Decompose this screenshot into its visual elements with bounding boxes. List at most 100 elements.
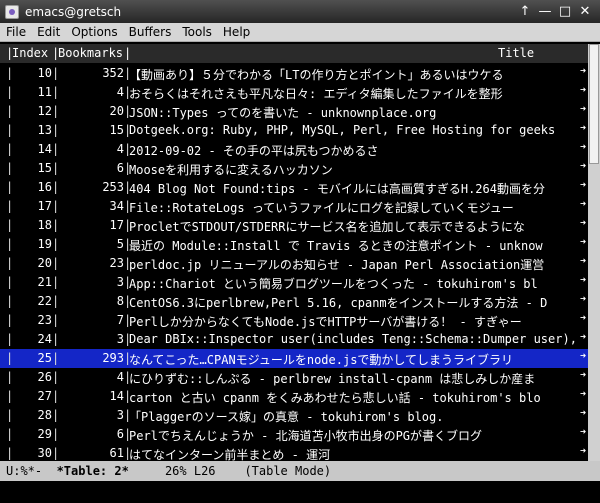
- row-title: Perlでちえんじょうか - 北海道苫小牧市出身のPGが書くブログ: [129, 429, 483, 443]
- truncation-arrow-icon: ➜: [580, 237, 587, 248]
- truncation-arrow-icon: ➜: [580, 161, 587, 172]
- table-row[interactable]: | 19 | 5 | 最近の Module::Install で Travis るときの注…: [0, 235, 588, 254]
- row-title: 2012-09-02 - その手の平は尻もつかめるさ: [129, 144, 379, 158]
- table-row[interactable]: | 14 | 4 | 2012-09-02 - その手の平は尻もつかめるさ ➜: [0, 140, 588, 159]
- menu-help[interactable]: Help: [223, 25, 250, 39]
- row-bookmarks: 6: [116, 427, 124, 441]
- menu-buffers[interactable]: Buffers: [129, 25, 172, 39]
- menu-file[interactable]: File: [6, 25, 26, 39]
- row-index: 16: [37, 180, 52, 194]
- truncation-arrow-icon: ➜: [580, 408, 587, 419]
- row-bookmarks: 7: [116, 313, 124, 327]
- row-bookmarks: 61: [109, 446, 124, 460]
- row-bookmarks: 5: [116, 237, 124, 251]
- row-index: 14: [37, 142, 52, 156]
- table-row[interactable]: | 23 | 7 | Perlしか分からなくてもNode.jsでHTTPサーバが書ける！ …: [0, 311, 588, 330]
- truncation-arrow-icon: ➜: [580, 332, 587, 343]
- truncation-arrow-icon: ➜: [580, 104, 587, 115]
- truncation-arrow-icon: ➜: [580, 85, 587, 96]
- row-title: ProcletでSTDOUT/STDERRにサービス名を追加して表示できるように…: [129, 220, 525, 234]
- menu-edit[interactable]: Edit: [37, 25, 60, 39]
- minibuffer[interactable]: [0, 481, 600, 503]
- row-index: 30: [37, 446, 52, 460]
- row-index: 10: [37, 66, 52, 80]
- row-index: 29: [37, 427, 52, 441]
- row-index: 28: [37, 408, 52, 422]
- table-row[interactable]: | 22 | 8 | CentOS6.3にperlbrew,Perl 5.16, cpan…: [0, 292, 588, 311]
- table-row[interactable]: | 10 | 352 | 【動画あり】５分でわかる「LTの作り方とポイント」あるいはウケる…: [0, 64, 588, 83]
- row-index: 18: [37, 218, 52, 232]
- table-row[interactable]: | 28 | 3 | 「Plaggerのソース嫁」の真意 - tokuhirom's bl…: [0, 406, 588, 425]
- table-row[interactable]: | 27 | 14 | carton と古い cpanm をくみあわせたら悲しい話 - t…: [0, 387, 588, 406]
- row-title: File::RotateLogs っていうファイルにログを記録していくモジュー: [129, 201, 514, 215]
- row-title: Dotgeek.org: Ruby, PHP, MySQL, Perl, Fre…: [129, 123, 556, 137]
- row-index: 12: [37, 104, 52, 118]
- table-row[interactable]: | 13 | 15 | Dotgeek.org: Ruby, PHP, MySQL, Pe…: [0, 121, 588, 140]
- row-title: Dear DBIx::Inspector user(includes Teng:…: [129, 332, 577, 346]
- table-row[interactable]: | 12 | 20 | JSON::Types ってのを書いた - unknownplac…: [0, 102, 588, 121]
- row-index: 27: [37, 389, 52, 403]
- menu-tools[interactable]: Tools: [182, 25, 212, 39]
- row-bookmarks: 352: [102, 66, 124, 80]
- row-bookmarks: 23: [109, 256, 124, 270]
- header-title: Title: [498, 46, 535, 60]
- window-minimize-icon[interactable]: —: [538, 4, 552, 19]
- menu-bar: File Edit Options Buffers Tools Help: [0, 23, 600, 42]
- row-index: 20: [37, 256, 52, 270]
- row-title: 最近の Module::Install で Travis るときの注意ポイント …: [129, 239, 543, 253]
- table-row[interactable]: | 24 | 3 | Dear DBIx::Inspector user(includes…: [0, 330, 588, 349]
- table-header: | Index | Bookmarks | Title: [0, 44, 588, 63]
- emacs-app-icon: [5, 4, 19, 19]
- row-index: 24: [37, 332, 52, 346]
- truncation-arrow-icon: ➜: [580, 218, 587, 229]
- row-title: perldoc.jp リニューアルのお知らせ - Japan Perl Asso…: [129, 258, 545, 272]
- row-bookmarks: 34: [109, 199, 124, 213]
- vertical-scrollbar[interactable]: [588, 44, 600, 461]
- row-title: にひりずむ::しんぷる - perlbrew install-cpanm は悲し…: [129, 372, 536, 386]
- row-bookmarks: 20: [109, 104, 124, 118]
- row-index: 23: [37, 313, 52, 327]
- row-bookmarks: 14: [109, 389, 124, 403]
- window-close-icon[interactable]: ✕: [578, 4, 592, 19]
- row-index: 21: [37, 275, 52, 289]
- row-bookmarks: 3: [116, 275, 124, 289]
- table-row[interactable]: | 21 | 3 | App::Chariot という簡易ブログツールをつくった - to…: [0, 273, 588, 292]
- table-row[interactable]: | 26 | 4 | にひりずむ::しんぷる - perlbrew install-cpa…: [0, 368, 588, 387]
- row-bookmarks: 15: [109, 123, 124, 137]
- row-title: App::Chariot という簡易ブログツールをつくった - tokuhiro…: [129, 277, 538, 291]
- truncation-arrow-icon: ➜: [580, 351, 587, 362]
- truncation-arrow-icon: ➜: [580, 313, 587, 324]
- window-up-icon[interactable]: ↑: [518, 4, 532, 19]
- truncation-arrow-icon: ➜: [580, 199, 587, 210]
- table-row[interactable]: | 20 | 23 | perldoc.jp リニューアルのお知らせ - Japan Pe…: [0, 254, 588, 273]
- row-bookmarks: 4: [116, 85, 124, 99]
- row-index: 25: [37, 351, 52, 365]
- scrollbar-thumb[interactable]: [589, 44, 599, 164]
- table-row[interactable]: | 15 | 6 | Mooseを利用するに変えるハッカソン ➜: [0, 159, 588, 178]
- row-bookmarks: 293: [102, 351, 124, 365]
- row-title: JSON::Types ってのを書いた - unknownplace.org: [129, 106, 437, 120]
- modeline-status: U:%*-: [6, 464, 43, 478]
- row-index: 15: [37, 161, 52, 175]
- table-row[interactable]: | 17 | 34 | File::RotateLogs っていうファイルにログを記録して…: [0, 197, 588, 216]
- bookmark-table[interactable]: | 10 | 352 | 【動画あり】５分でわかる「LTの作り方とポイント」あるいはウケる…: [0, 64, 588, 462]
- header-bookmarks: Bookmarks: [58, 46, 124, 60]
- row-index: 19: [37, 237, 52, 251]
- row-title: おそらくはそれさえも平凡な日々: エディタ編集したファイルを整形: [129, 87, 503, 101]
- table-row[interactable]: | 25 | 293 | なんてこった…CPANモジュールをnode.jsで動かしてしまう…: [0, 349, 588, 368]
- table-row[interactable]: | 29 | 6 | Perlでちえんじょうか - 北海道苫小牧市出身のPGが書くブログ ➜: [0, 425, 588, 444]
- truncation-arrow-icon: ➜: [580, 427, 587, 438]
- row-title: 「Plaggerのソース嫁」の真意 - tokuhirom's blog.: [129, 410, 444, 424]
- modeline-buffer-name: *Table: 2*: [56, 464, 129, 478]
- modeline-position: 26% L26: [164, 464, 216, 478]
- truncation-arrow-icon: ➜: [580, 256, 587, 267]
- window-maximize-icon[interactable]: □: [558, 4, 572, 19]
- truncation-arrow-icon: ➜: [580, 123, 587, 134]
- row-bookmarks: 4: [116, 370, 124, 384]
- table-row[interactable]: | 18 | 17 | ProcletでSTDOUT/STDERRにサービス名を追加して表…: [0, 216, 588, 235]
- header-index: Index: [12, 46, 49, 60]
- table-row[interactable]: | 16 | 253 | 404 Blog Not Found:tips - モバイルには…: [0, 178, 588, 197]
- table-row[interactable]: | 11 | 4 | おそらくはそれさえも平凡な日々: エディタ編集したファイルを整形 ➜: [0, 83, 588, 102]
- row-index: 26: [37, 370, 52, 384]
- menu-options[interactable]: Options: [71, 25, 117, 39]
